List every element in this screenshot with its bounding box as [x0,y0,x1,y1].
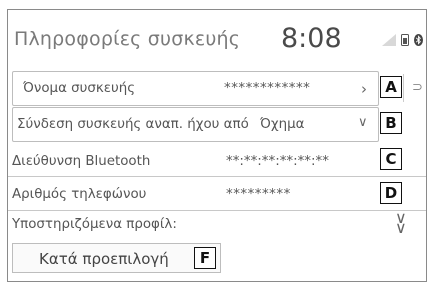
device-name-label: Όνομα συσκευής [23,81,136,96]
bluetooth-address-value: **:**:**:**:**:** [226,154,329,169]
audio-connection-dropdown[interactable]: Σύνδεση συσκευής αναπ. ήχου από Όχημα ∨ [12,107,379,142]
device-info-screen: Πληροφορίες συσκευής 8:08 Όνομα συσκευής… [7,9,427,282]
phone-number-row: Αριθμός τηλεφώνου ********* [8,177,426,211]
badge-d: D [380,182,402,204]
badge-c: C [380,148,402,170]
phone-battery-icon [401,34,409,46]
phone-number-value: ********* [226,187,291,202]
audio-connection-label: Σύνδεση συσκευής αναπ. ήχου από [17,117,249,132]
side-control-fragment-top: ⊃ [403,74,434,102]
bluetooth-icon [414,34,423,46]
header-bar: Πληροφορίες συσκευής 8:08 [8,10,426,62]
bluetooth-address-label: Διεύθυνση Bluetooth [12,154,151,169]
badge-f: F [194,247,216,269]
supported-profiles-row[interactable]: Υποστηριζόμενα προφίλ: ∨ ∨ [8,208,426,241]
default-button-label: Κατά προεπιλογή [39,250,169,268]
device-name-value: ************ [224,81,311,96]
badge-b: B [380,112,402,134]
page-title: Πληροφορίες συσκευής [14,28,241,50]
device-name-button[interactable]: Όνομα συσκευής ************ › [12,71,379,106]
chevron-right-icon: › [361,80,367,98]
badge-a: A [380,76,402,98]
clock: 8:08 [281,23,342,54]
status-icons [382,34,423,46]
double-chevron-down-icon: ∨ ∨ [395,208,407,237]
phone-number-label: Αριθμός τηλεφώνου [12,187,147,202]
signal-bars-icon [382,34,396,46]
default-button[interactable]: Κατά προεπιλογή [12,243,221,273]
bluetooth-address-row: Διεύθυνση Bluetooth **:**:**:**:**:** [8,143,426,177]
audio-connection-value: Όχημα [260,117,305,132]
chevron-down-icon: ∨ [358,115,368,130]
supported-profiles-label: Υποστηριζόμενα προφίλ: [12,217,177,232]
